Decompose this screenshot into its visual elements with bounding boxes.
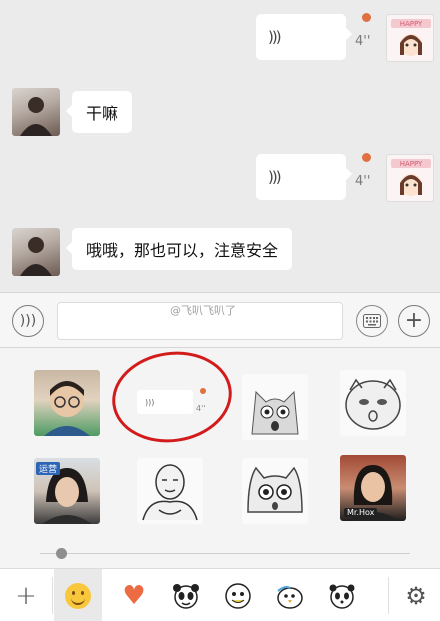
tab-sticker-pack-3[interactable]	[266, 569, 314, 621]
voice-toggle-button[interactable]: )))	[12, 305, 44, 337]
text-message-bubble[interactable]: 干嘛	[66, 91, 133, 133]
sticker-shocked-cat[interactable]	[242, 374, 308, 440]
sticker-boy-glasses[interactable]	[34, 370, 100, 436]
unread-dot	[362, 13, 371, 22]
self-avatar[interactable]: HAPPY	[386, 154, 434, 202]
heart-icon: ♥	[122, 580, 146, 611]
tab-sticker-pack-1[interactable]	[162, 569, 210, 621]
message-text: 干嘛	[86, 104, 119, 123]
tab-favorites[interactable]: ♥	[110, 569, 158, 621]
voice-message-bubble[interactable]: )))	[256, 154, 352, 200]
bird-icon	[277, 585, 303, 609]
friend-avatar[interactable]	[12, 88, 60, 136]
tab-emoji[interactable]	[54, 569, 102, 621]
smiley-icon	[65, 582, 91, 609]
panda-icon	[173, 583, 199, 609]
settings-button[interactable]: ⚙	[392, 569, 440, 621]
message-text: 哦哦，那也可以，注意安全	[86, 241, 279, 260]
text-message-bubble[interactable]: 哦哦，那也可以，注意安全	[66, 228, 293, 270]
add-button[interactable]: +	[398, 305, 430, 337]
sticker-round-face[interactable]	[340, 370, 406, 436]
emoji-tab-bar: + ♥ ⚙	[0, 568, 440, 621]
voice-wave-icon: )))	[268, 28, 281, 46]
plus-icon: +	[404, 308, 424, 333]
input-bar: ))) +	[0, 292, 440, 348]
sticker-caption: Mr.Hox	[344, 508, 378, 517]
page-indicator-track	[40, 553, 410, 554]
avatar-happy-text: HAPPY	[400, 160, 423, 168]
sticker-blob-cat[interactable]	[242, 458, 308, 524]
page-indicator-knob[interactable]	[56, 548, 67, 559]
voice-message-bubble[interactable]: )))	[256, 14, 352, 60]
sticker-meme-face[interactable]	[137, 458, 203, 524]
keyboard-icon	[363, 314, 381, 328]
voice-icon: )))	[19, 313, 37, 329]
sticker-woman-portrait[interactable]: 运营	[34, 458, 100, 524]
tab-sticker-pack-4[interactable]	[318, 569, 366, 621]
add-sticker-tab[interactable]: +	[2, 569, 50, 621]
panda-icon	[329, 584, 355, 609]
self-avatar[interactable]: HAPPY	[386, 14, 434, 62]
friend-avatar[interactable]	[12, 228, 60, 276]
chat-area: HAPPY ))) 4'' 干嘛 HAPPY ))) 4'' 哦哦，那也可以，注…	[0, 0, 440, 292]
voice-duration: 4''	[355, 34, 371, 49]
gear-icon: ⚙	[405, 581, 427, 610]
tab-sticker-pack-2[interactable]	[214, 569, 262, 621]
voice-duration: 4''	[355, 174, 371, 189]
sticker-caption: 运营	[36, 462, 61, 475]
cartoon-face-icon	[225, 582, 251, 609]
keyboard-button[interactable]	[356, 305, 388, 337]
sticker-mr-hox[interactable]: Mr.Hox	[340, 455, 406, 521]
plus-icon: +	[15, 580, 37, 611]
watermark: @飞叭飞叭了	[170, 304, 236, 317]
voice-wave-icon: )))	[268, 168, 281, 186]
avatar-happy-text: HAPPY	[400, 20, 423, 28]
unread-dot	[362, 153, 371, 162]
